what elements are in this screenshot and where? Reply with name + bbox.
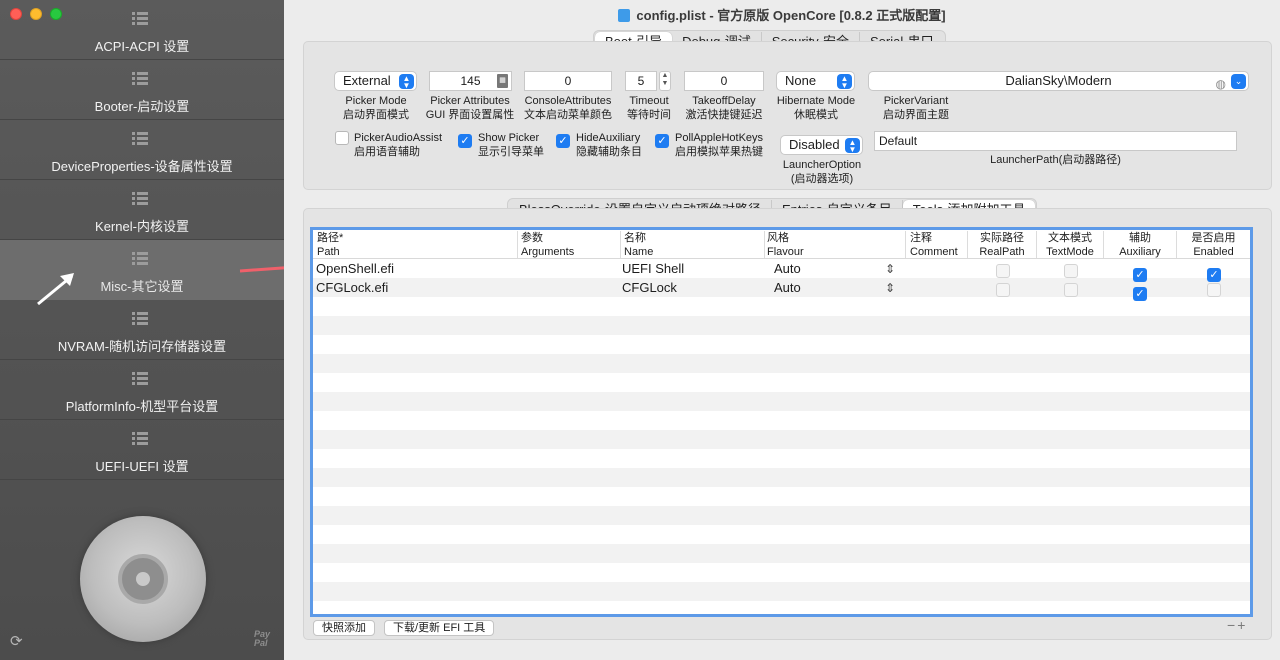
checkmark-icon[interactable]: ✓	[556, 134, 570, 148]
picker-mode-select[interactable]: External ▲ ▼	[334, 71, 417, 91]
console-attributes-label: ConsoleAttributes 文本启动菜单颜色	[524, 95, 612, 121]
picker-mode-label: Picker Mode 启动界面模式	[343, 95, 409, 121]
enabled-checkbox[interactable]	[1207, 283, 1221, 297]
takeoff-delay-label: TakeoffDelay 激活快捷键延迟	[685, 95, 763, 121]
launcher-path-label: LauncherPath(启动器路径)	[990, 154, 1121, 166]
cell-flavour[interactable]: Auto	[774, 278, 801, 297]
sidebar-item-acpi[interactable]: ACPI-ACPI 设置	[0, 0, 284, 60]
plist-file-icon	[618, 9, 631, 22]
timeout-stepper[interactable]: ▲ ▼	[659, 71, 671, 91]
snapshot-add-button[interactable]: 快照添加	[313, 620, 375, 636]
column-header-enabled[interactable]: 是否启用 Enabled	[1177, 231, 1250, 259]
sidebar-item-label: DeviceProperties-设备属性设置	[51, 159, 233, 174]
column-header-auxiliary[interactable]: 辅助 Auxiliary	[1104, 231, 1176, 259]
sidebar-item-label: PlatformInfo-机型平台设置	[65, 399, 219, 414]
realpath-checkbox[interactable]	[996, 264, 1010, 278]
list-icon	[132, 192, 148, 206]
column-header-flavour[interactable]: 风格 Flavour	[767, 231, 804, 259]
list-icon	[132, 132, 148, 146]
poll-apple-hotkeys-checkbox[interactable]: ✓ PollAppleHotKeys 启用模拟苹果热键	[655, 131, 763, 158]
picker-attributes-input[interactable]: 145 ▦	[429, 71, 512, 91]
table-header: 路径* Path 参数 Arguments 名称 Name 风格 Flavour 注释 C…	[313, 230, 1250, 259]
add-remove-controls: −+	[1227, 617, 1247, 633]
sidebar-item-label: ACPI-ACPI 设置	[94, 39, 190, 54]
table-body: OpenShell.efi UEFI Shell Auto ⇕ ✓ ✓ CFGL…	[313, 259, 1250, 614]
column-header-realpath[interactable]: 实际路径 RealPath	[968, 231, 1036, 259]
column-header-path[interactable]: 路径* Path	[317, 231, 343, 259]
realpath-checkbox[interactable]	[996, 283, 1010, 297]
chevron-updown-icon: ▲ ▼	[845, 138, 860, 154]
share-icon[interactable]: ⟳	[10, 632, 23, 650]
hibernate-mode-select[interactable]: None ▲ ▼	[776, 71, 855, 91]
takeoff-delay-input[interactable]: 0	[684, 71, 764, 91]
remove-row-icon[interactable]: −	[1227, 617, 1237, 633]
timeout-label: Timeout 等待时间	[627, 95, 671, 121]
sidebar-item-label: Kernel-内核设置	[95, 219, 189, 234]
sidebar-item-uefi[interactable]: UEFI-UEFI 设置	[0, 420, 284, 480]
list-icon	[132, 312, 148, 326]
sidebar-item-label: Booter-启动设置	[94, 99, 190, 114]
cell-flavour[interactable]: Auto	[774, 259, 801, 278]
cell-path[interactable]: OpenShell.efi	[316, 259, 394, 278]
gear-logo-icon	[80, 516, 206, 642]
table-row[interactable]: CFGLock.efi CFGLock Auto ⇕ ✓	[313, 278, 1250, 301]
list-icon	[132, 12, 148, 26]
window-title: config.plist - 官方原版 OpenCore [0.8.2 正式版配…	[284, 5, 1280, 24]
column-header-arguments[interactable]: 参数 Arguments	[521, 231, 574, 259]
checkmark-icon[interactable]: ✓	[458, 134, 472, 148]
flavour-updown-icon[interactable]: ⇕	[885, 260, 895, 279]
console-attributes-input[interactable]: 0	[524, 71, 612, 91]
list-icon	[132, 372, 148, 386]
picker-attributes-label: Picker Attributes GUI 界面设置属性	[425, 95, 515, 121]
sidebar-item-deviceproperties[interactable]: DeviceProperties-设备属性设置	[0, 120, 284, 180]
column-header-name[interactable]: 名称 Name	[624, 231, 653, 259]
textmode-checkbox[interactable]	[1064, 264, 1078, 278]
list-icon	[132, 72, 148, 86]
timeout-input[interactable]: 5	[625, 71, 657, 91]
sidebar-item-nvram[interactable]: NVRAM-随机访问存储器设置	[0, 300, 284, 360]
sidebar-item-label: NVRAM-随机访问存储器设置	[57, 339, 227, 354]
sidebar-item-platforminfo[interactable]: PlatformInfo-机型平台设置	[0, 360, 284, 420]
checkbox-unchecked[interactable]	[335, 131, 349, 145]
sidebar-item-booter[interactable]: Booter-启动设置	[0, 60, 284, 120]
sidebar: ACPI-ACPI 设置 Booter-启动设置 DevicePropertie…	[0, 0, 284, 660]
checkmark-icon[interactable]: ✓	[655, 134, 669, 148]
picker-audio-assist-checkbox[interactable]: PickerAudioAssist 启用语音辅助	[335, 131, 442, 158]
main-area: config.plist - 官方原版 OpenCore [0.8.2 正式版配…	[284, 0, 1280, 660]
list-icon	[132, 432, 148, 446]
annotation-arrow-icon	[37, 273, 74, 306]
palette-icon: ◍	[1215, 77, 1226, 91]
column-header-comment[interactable]: 注释 Comment	[910, 231, 958, 259]
picker-variant-label: PickerVariant 启动界面主题	[883, 95, 949, 121]
sidebar-item-kernel[interactable]: Kernel-内核设置	[0, 180, 284, 240]
chevron-updown-icon: ▲ ▼	[399, 74, 414, 90]
chevron-down-icon: ⌄	[1231, 74, 1246, 89]
launcher-option-label: LauncherOption (启动器选项)	[782, 159, 862, 185]
column-header-textmode[interactable]: 文本模式 TextMode	[1037, 231, 1103, 259]
picker-variant-select[interactable]: DalianSky\Modern ◍ ⌄	[868, 71, 1249, 91]
launcher-option-select[interactable]: Disabled ▲ ▼	[780, 135, 863, 155]
list-icon	[132, 252, 148, 266]
tools-table: 路径* Path 参数 Arguments 名称 Name 风格 Flavour 注释 C…	[310, 227, 1253, 617]
cell-name[interactable]: CFGLock	[622, 278, 677, 297]
launcher-path-input[interactable]: Default	[874, 131, 1237, 151]
hide-auxiliary-checkbox[interactable]: ✓ HideAuxiliary 隐藏辅助条目	[556, 131, 642, 158]
paypal-logo[interactable]: Pay Pal	[254, 630, 270, 648]
calculator-icon[interactable]: ▦	[497, 74, 508, 88]
flavour-updown-icon[interactable]: ⇕	[885, 279, 895, 298]
download-efi-tools-button[interactable]: 下载/更新 EFI 工具	[384, 620, 495, 636]
cell-path[interactable]: CFGLock.efi	[316, 278, 388, 297]
show-picker-checkbox[interactable]: ✓ Show Picker 显示引导菜单	[458, 131, 544, 158]
chevron-updown-icon: ▲ ▼	[837, 74, 852, 90]
table-row[interactable]: OpenShell.efi UEFI Shell Auto ⇕ ✓ ✓	[313, 259, 1250, 282]
sidebar-item-label: UEFI-UEFI 设置	[95, 459, 189, 474]
add-row-icon[interactable]: +	[1237, 617, 1247, 633]
hibernate-mode-label: Hibernate Mode 休眠模式	[776, 95, 856, 121]
cell-name[interactable]: UEFI Shell	[622, 259, 684, 278]
textmode-checkbox[interactable]	[1064, 283, 1078, 297]
auxiliary-checkbox[interactable]: ✓	[1133, 287, 1147, 301]
